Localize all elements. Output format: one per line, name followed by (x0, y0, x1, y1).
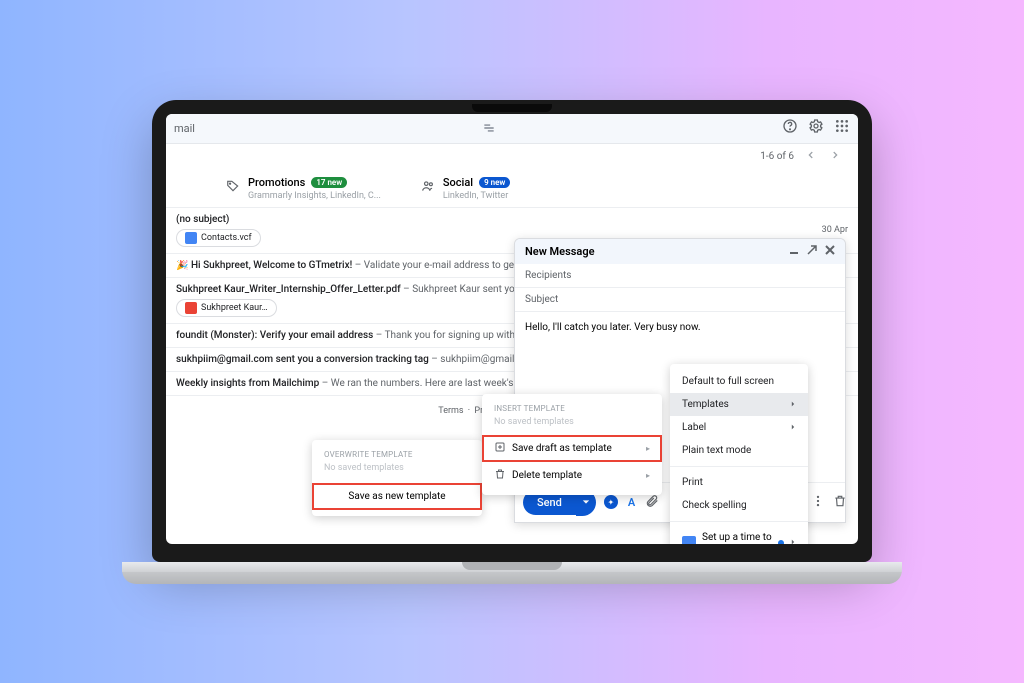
screen-bezel: mail 1-6 of 6 (152, 100, 872, 562)
more-options-menu: Default to full screen Templates Label P… (670, 364, 808, 544)
chevron-right-icon (790, 399, 796, 410)
menu-plain-text[interactable]: Plain text mode (670, 439, 808, 462)
chevron-right-icon: ▸ (646, 471, 650, 480)
party-icon: 🎉 (176, 260, 188, 271)
mail-subject: 🎉 Hi Sukhpreet, Welcome to GTmetrix! – V… (176, 260, 526, 271)
close-icon[interactable] (825, 245, 835, 258)
templates-submenu: Insert Template No saved templates Save … (482, 394, 662, 495)
calendar-icon (682, 536, 696, 544)
promotions-badge: 17 new (311, 177, 347, 188)
mail-subject: Weekly insights from Mailchimp – We ran … (176, 378, 526, 389)
formatting-icon[interactable]: ✦ (604, 495, 618, 509)
more-icon[interactable] (811, 493, 825, 512)
pagination-row: 1-6 of 6 (166, 144, 858, 170)
tab-promotions[interactable]: Promotions 17 new Grammarly Insights, Lin… (226, 176, 381, 201)
app-name: mail (174, 122, 195, 135)
compose-title: New Message (525, 245, 595, 258)
prev-page-icon[interactable] (806, 150, 816, 163)
category-tabs: Promotions 17 new Grammarly Insights, Lin… (166, 170, 858, 208)
help-icon[interactable] (782, 118, 798, 138)
next-page-icon[interactable] (830, 150, 840, 163)
no-saved-label: No saved templates (482, 415, 662, 435)
tab-sub: Grammarly Insights, LinkedIn, C... (248, 191, 381, 201)
file-icon (185, 232, 197, 244)
menu-save-as-new-template[interactable]: Save as new template (312, 483, 482, 510)
menu-check-spelling[interactable]: Check spelling (670, 494, 808, 517)
people-icon (421, 178, 435, 197)
recipients-field[interactable]: Recipients (515, 264, 845, 288)
menu-divider (670, 521, 808, 522)
top-bar: mail (166, 114, 858, 144)
minimize-icon[interactable] (789, 245, 799, 258)
trash-icon[interactable] (833, 493, 846, 512)
menu-save-draft-as-template[interactable]: Save draft as template ▸ (482, 435, 662, 462)
popout-icon[interactable] (807, 245, 817, 258)
settings-icon[interactable] (808, 118, 824, 138)
menu-templates[interactable]: Templates (670, 393, 808, 416)
overwrite-submenu: Overwrite Template No saved templates Sa… (312, 440, 482, 516)
tab-sub: LinkedIn, Twitter (443, 191, 510, 201)
mail-subject: foundit (Monster): Verify your email add… (176, 330, 526, 341)
no-saved-label: No saved templates (312, 461, 482, 483)
text-format-icon[interactable]: A (628, 496, 635, 509)
new-dot-icon (778, 540, 784, 544)
attachment-chip[interactable]: Sukhpreet Kaur… (176, 299, 277, 317)
menu-divider (670, 466, 808, 467)
section-header: Insert Template (482, 400, 662, 415)
mail-subject: Sukhpreet Kaur_Writer_Internship_Offer_L… (176, 284, 526, 295)
mail-date: 30 Apr (822, 225, 848, 235)
compose-header[interactable]: New Message (515, 239, 845, 264)
trash-icon (494, 468, 506, 483)
chevron-right-icon (790, 422, 796, 433)
apps-icon[interactable] (834, 118, 850, 138)
social-badge: 9 new (479, 177, 510, 188)
notch (472, 104, 552, 112)
footer-terms[interactable]: Terms (438, 406, 463, 416)
menu-delete-template[interactable]: Delete template ▸ (482, 462, 662, 489)
laptop-frame: mail 1-6 of 6 (152, 100, 872, 584)
subject-field[interactable]: Subject (515, 288, 845, 312)
menu-print[interactable]: Print (670, 471, 808, 494)
pagination-range: 1-6 of 6 (760, 151, 794, 162)
chevron-right-icon (790, 537, 796, 544)
attachment-chip[interactable]: Contacts.vcf (176, 229, 261, 247)
tab-label: Promotions (248, 176, 305, 189)
menu-set-meeting[interactable]: Set up a time to meet (670, 526, 808, 544)
menu-label[interactable]: Label (670, 416, 808, 439)
attach-icon[interactable] (645, 493, 659, 512)
chevron-right-icon: ▸ (646, 444, 650, 453)
pdf-icon (185, 302, 197, 314)
search-options-icon[interactable] (482, 121, 496, 135)
section-header: Overwrite Template (312, 446, 482, 461)
mail-subject: sukhpiim@gmail.com sent you a conversion… (176, 354, 526, 365)
save-icon (494, 441, 506, 456)
tab-social[interactable]: Social 9 new LinkedIn, Twitter (421, 176, 510, 201)
screen: mail 1-6 of 6 (166, 114, 858, 544)
mail-subject: (no subject) (176, 214, 261, 225)
tab-label: Social (443, 176, 473, 189)
tag-icon (226, 178, 240, 197)
laptop-base (122, 562, 902, 584)
menu-default-fullscreen[interactable]: Default to full screen (670, 370, 808, 393)
